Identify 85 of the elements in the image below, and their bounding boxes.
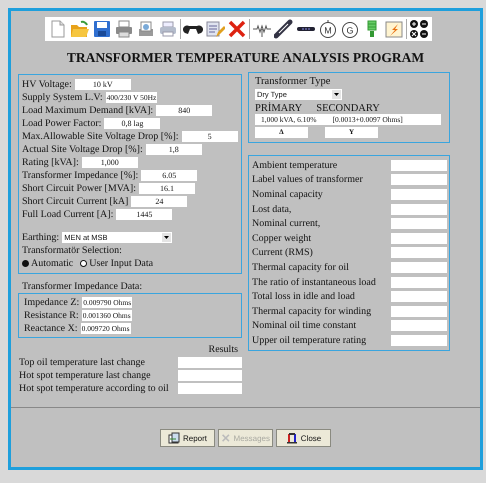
- field-label: Rating [kVA]:: [22, 157, 79, 168]
- input-field[interactable]: [391, 306, 447, 317]
- field-label: Short Circuit Current [kA]: [22, 196, 128, 207]
- fuse-icon[interactable]: [274, 19, 294, 39]
- printer-icon[interactable]: [158, 19, 178, 39]
- field-label: Earthing:: [22, 232, 60, 243]
- generator-icon[interactable]: G: [340, 19, 360, 39]
- field-label: Nominal current,: [252, 218, 320, 230]
- field-label: Nominal oil time constant: [252, 320, 356, 332]
- edit-document-icon[interactable]: [205, 19, 225, 39]
- open-folder-icon[interactable]: [70, 19, 90, 39]
- input-field[interactable]: 6.05: [141, 170, 198, 181]
- printer-icon[interactable]: [114, 19, 134, 39]
- section-label: Transformer Impedance Data:: [22, 281, 144, 292]
- input-field[interactable]: 5: [182, 131, 238, 142]
- input-field[interactable]: [391, 247, 447, 258]
- field-label: Actual Site Voltage Drop [%]:: [22, 144, 143, 155]
- motor-icon[interactable]: M: [318, 19, 338, 39]
- print-preview-icon[interactable]: [136, 19, 156, 39]
- field-label: The ratio of instantaneous load: [252, 276, 376, 288]
- input-field[interactable]: [391, 276, 447, 288]
- input-field[interactable]: 0,8 lag: [104, 118, 160, 129]
- field-label: Ambient temperature: [252, 160, 338, 171]
- field-label: Copper weight: [252, 232, 312, 244]
- document-icon: [168, 432, 180, 444]
- input-field[interactable]: 16.1: [138, 183, 195, 194]
- save-icon[interactable]: [92, 19, 112, 39]
- input-field[interactable]: [391, 204, 447, 215]
- program-title: TRANSFORMER TEMPERATURE ANALYSIS PROGRAM: [66, 50, 426, 66]
- input-field[interactable]: 10 kV: [74, 79, 131, 90]
- field-label: Thermal capacity for oil: [252, 262, 349, 273]
- field-label: Hot spot temperature last change: [19, 370, 151, 381]
- field-label: Impedance Z:: [24, 297, 80, 308]
- field-label: Full Load Current [A]:: [22, 209, 114, 220]
- field-label: Upper oil temperature rating: [252, 334, 366, 346]
- field-label: Thermal capacity for winding: [252, 306, 372, 317]
- radio-button[interactable]: User Input Data: [80, 258, 154, 269]
- radio-button[interactable]: Automatic: [22, 258, 74, 269]
- field-label: Label values of transformer: [252, 174, 363, 186]
- field-label: Short Circuit Power [MVA]:: [22, 183, 136, 194]
- input-field[interactable]: 840: [156, 105, 212, 116]
- field-label: Nominal capacity: [252, 188, 323, 200]
- field-label: Top oil temperature last change: [19, 357, 145, 368]
- panel-title: Transformer Type: [255, 76, 332, 87]
- field-label: Transformer Impedance [%]:: [22, 170, 138, 181]
- column-label: SECONDARY: [316, 103, 380, 114]
- field-label: Load Maximum Demand [kVA]:: [22, 105, 154, 116]
- input-field[interactable]: [178, 383, 242, 394]
- caret-icon: [334, 93, 339, 96]
- column-label: PRİMARY: [255, 103, 302, 114]
- input-field[interactable]: [391, 320, 447, 332]
- input-field[interactable]: 1,8: [146, 144, 202, 155]
- input-field[interactable]: 1,000: [82, 157, 138, 168]
- field-label: Hot spot temperature according to oil: [19, 383, 169, 394]
- input-field[interactable]: [391, 188, 447, 200]
- input-field[interactable]: [391, 174, 447, 186]
- input-field[interactable]: 24: [131, 196, 188, 207]
- field-label: Load Power Factor:: [22, 118, 102, 129]
- calculator-icon[interactable]: [409, 19, 429, 39]
- delete-icon[interactable]: [227, 19, 247, 39]
- field-label: Supply System L.V:: [22, 92, 103, 103]
- results-heading: Results: [208, 344, 238, 355]
- close-button[interactable]: Close: [276, 429, 331, 447]
- cross-icon: [221, 432, 231, 444]
- field-label: Transformatör Selection:: [22, 244, 123, 257]
- door-icon: [286, 432, 298, 444]
- field-label: Total loss in idle and load: [252, 291, 355, 302]
- input-field[interactable]: [391, 334, 447, 346]
- field-label: Lost data,: [252, 204, 292, 215]
- field-label: Current (RMS): [252, 247, 313, 258]
- input-field[interactable]: [391, 262, 447, 273]
- report-button[interactable]: Report: [160, 429, 215, 447]
- lightning-panel-icon[interactable]: [384, 19, 404, 39]
- field-label: Resistance R:: [24, 310, 79, 321]
- input-field[interactable]: [391, 218, 447, 230]
- field-label: Reactance X:: [24, 323, 78, 334]
- field-label: HV Voltage:: [22, 79, 72, 90]
- input-field[interactable]: [391, 232, 447, 244]
- input-field[interactable]: 1445: [116, 209, 172, 220]
- input-field[interactable]: [391, 291, 447, 302]
- caret-icon: [164, 236, 170, 239]
- input-field[interactable]: [391, 160, 447, 171]
- field-label: Max.Allowable Site Voltage Drop [%]:: [22, 131, 179, 142]
- input-field[interactable]: [178, 357, 242, 368]
- input-field[interactable]: [178, 370, 242, 381]
